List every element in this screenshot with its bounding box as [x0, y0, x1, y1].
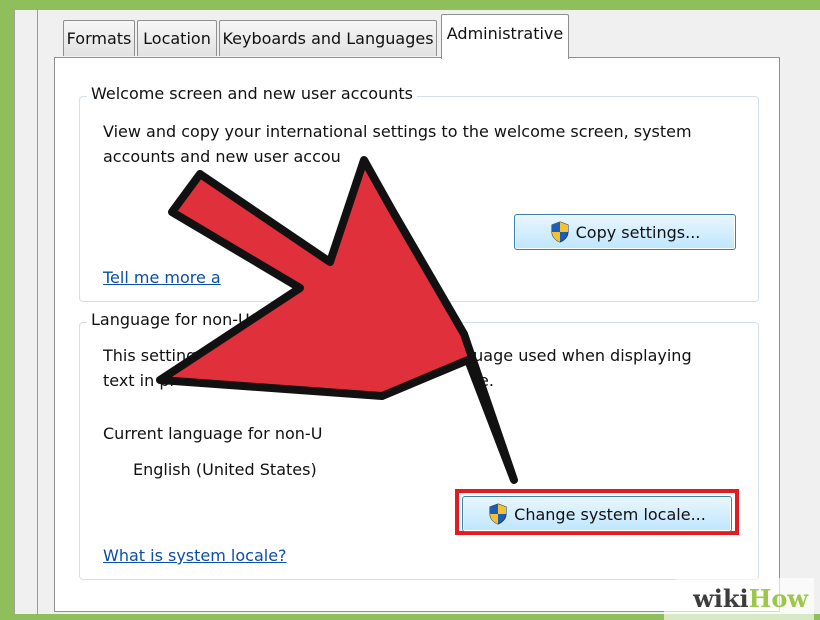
watermark-how: How: [748, 584, 808, 613]
tab-administrative[interactable]: Administrative: [441, 14, 569, 59]
watermark-wiki: wiki: [693, 584, 749, 613]
wikihow-watermark: wikiHow: [664, 578, 814, 620]
red-pointer-arrow-icon: [156, 156, 518, 484]
